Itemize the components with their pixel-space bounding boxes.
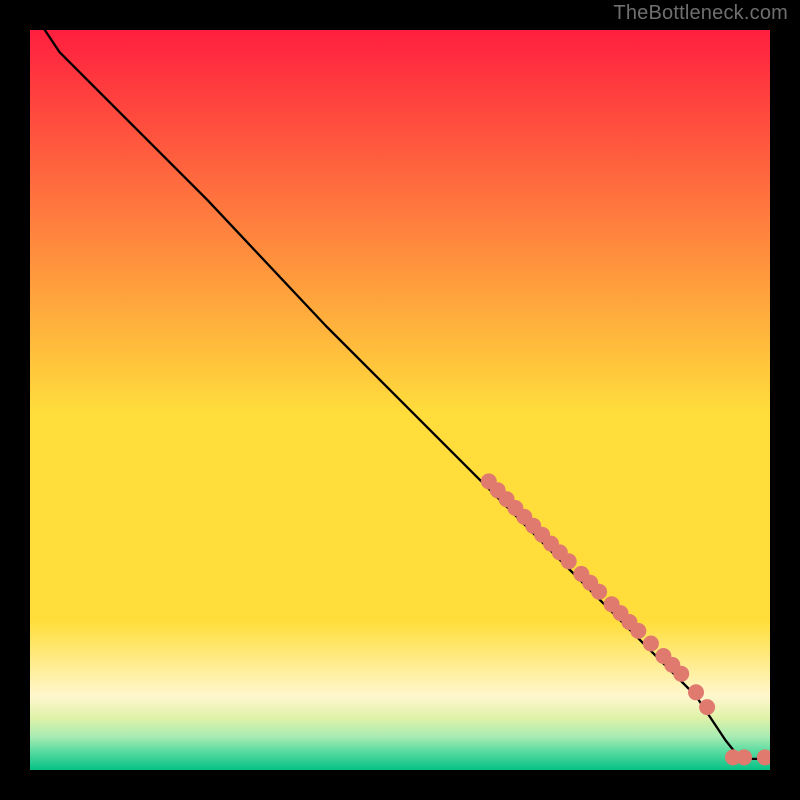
- data-marker: [688, 684, 704, 700]
- data-marker: [699, 699, 715, 715]
- chart-svg: [30, 30, 770, 770]
- data-marker: [736, 749, 752, 765]
- data-marker: [643, 636, 659, 652]
- data-marker: [591, 584, 607, 600]
- watermark-text: TheBottleneck.com: [613, 2, 788, 25]
- data-marker: [673, 666, 689, 682]
- plot-area: [30, 30, 770, 770]
- chart-stage: TheBottleneck.com: [0, 0, 800, 800]
- data-marker: [561, 553, 577, 569]
- data-marker: [630, 623, 646, 639]
